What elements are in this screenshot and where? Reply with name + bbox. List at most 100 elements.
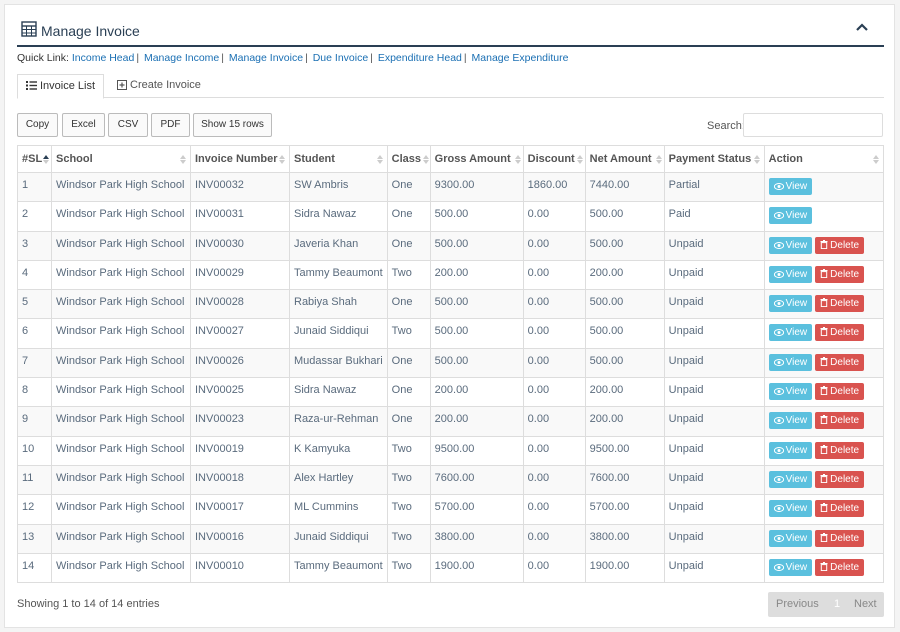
table-row: 12 Windsor Park High School INV00017 ML Cum… [17,494,885,525]
pagination-current-page[interactable]: 1 [834,598,840,610]
sort-icon [753,155,760,164]
sort-icon [422,155,429,164]
view-button[interactable]: View [768,324,813,342]
cell-gross: 500.00 [429,230,524,261]
delete-button[interactable]: Delete [815,441,865,459]
column-header-discount[interactable]: Discount [522,145,586,173]
quick-link-label: Quick Link: [17,52,69,64]
cell-invoice: INV00032 [190,171,290,203]
view-button[interactable]: View [768,265,813,283]
csv-button[interactable]: CSV [108,113,148,137]
quick-link-income-head[interactable]: Income Head [72,52,134,64]
quick-link-manage-income[interactable]: Manage Income [144,52,219,64]
delete-button[interactable]: Delete [815,324,865,342]
eye-icon [773,417,784,425]
trash-icon [820,415,828,425]
delete-button[interactable]: Delete [815,529,865,547]
column-header-sl[interactable]: #SL [17,145,52,173]
pdf-button[interactable]: PDF [151,113,190,137]
quick-link-manage-invoice[interactable]: Manage Invoice [229,52,303,64]
trash-icon [820,503,828,513]
delete-button[interactable]: Delete [815,500,865,518]
sort-icon [279,155,285,164]
cell-school: Windsor Park High School [51,435,191,466]
cell-invoice: INV00026 [190,347,290,379]
view-button[interactable]: View [768,383,813,401]
quick-link-expenditure-head[interactable]: Expenditure Head [378,52,462,64]
copy-button[interactable]: Copy [17,113,58,137]
quick-link-manage-expenditure[interactable]: Manage Expenditure [472,52,569,64]
excel-button[interactable]: Excel [62,113,105,137]
cell-net: 200.00 [584,377,665,408]
cell-class: One [386,347,431,379]
delete-button[interactable]: Delete [815,383,865,401]
cell-action: View Delete [763,230,885,261]
cell-net: 7600.00 [584,464,665,496]
view-button[interactable]: View [768,470,813,488]
cell-discount: 0.00 [522,201,586,232]
tab-invoice-list[interactable]: Invoice List [17,74,105,99]
cell-school: Windsor Park High School [51,171,191,203]
cell-school: Windsor Park High School [51,318,191,349]
cell-invoice: INV00029 [190,259,290,291]
table-row: 6 Windsor Park High School INV00027 Junaid … [17,318,885,349]
cell-student: Rabiya Shah [289,289,388,320]
cell-student: K Kamyuka [289,435,388,466]
cell-net: 9500.00 [584,435,665,466]
cell-gross: 200.00 [429,406,524,437]
search-input[interactable] [743,113,883,137]
view-button[interactable]: View [768,529,813,547]
view-button[interactable]: View [768,295,813,313]
view-button[interactable]: View [768,412,813,430]
cell-gross: 9300.00 [429,171,524,203]
view-button[interactable]: View [768,207,813,225]
column-header-net-amount[interactable]: Net Amount [584,145,665,173]
view-button[interactable]: View [768,500,813,518]
column-header-payment-status[interactable]: Payment Status [663,145,765,173]
cell-sl: 11 [17,464,52,496]
cell-net: 500.00 [584,347,665,379]
delete-button[interactable]: Delete [815,558,865,576]
delete-button[interactable]: Delete [815,353,865,371]
column-header-student[interactable]: Student [289,145,388,173]
view-button[interactable]: View [768,178,813,195]
delete-button[interactable]: Delete [815,265,865,283]
cell-sl: 10 [17,435,52,466]
cell-sl: 8 [17,377,52,408]
view-button[interactable]: View [768,441,813,459]
cell-action: View Delete [763,464,885,496]
pagination-previous[interactable]: Previous [776,598,819,610]
column-header-school[interactable]: School [51,145,191,173]
cell-sl: 4 [17,259,52,291]
cell-invoice: INV00017 [190,494,290,525]
delete-button[interactable]: Delete [815,295,865,313]
table-row: 14 Windsor Park High School INV00010 Tammy … [17,552,885,584]
cell-invoice: INV00030 [190,230,290,261]
eye-icon [773,446,784,454]
plus-square-icon [117,80,127,90]
delete-button[interactable]: Delete [815,470,865,488]
tab-create-invoice[interactable]: Create Invoice [109,74,209,98]
view-button[interactable]: View [768,558,813,576]
show-rows-button[interactable]: Show 15 rows [193,113,272,137]
column-header-class[interactable]: Class [386,145,431,173]
table-row: 7 Windsor Park High School INV00026 Mudassa… [17,347,885,379]
view-button[interactable]: View [768,236,813,254]
column-header-invoice-number[interactable]: Invoice Number [190,145,290,173]
column-header-action[interactable]: Action [763,145,885,173]
cell-status: Unpaid [663,464,765,496]
search-label: Search: [707,120,745,132]
cell-invoice: INV00031 [190,201,290,232]
column-header-gross-amount[interactable]: Gross Amount [429,145,524,173]
quick-link-due-invoice[interactable]: Due Invoice [313,52,368,64]
chevron-up-icon[interactable] [854,19,870,35]
view-button[interactable]: View [768,353,813,371]
delete-button[interactable]: Delete [815,412,865,430]
cell-status: Unpaid [663,494,765,525]
trash-icon [820,386,828,396]
pagination-next[interactable]: Next [854,598,877,610]
cell-class: Two [386,318,431,349]
delete-button[interactable]: Delete [815,236,865,254]
cell-invoice: INV00025 [190,377,290,408]
cell-discount: 0.00 [522,523,586,554]
